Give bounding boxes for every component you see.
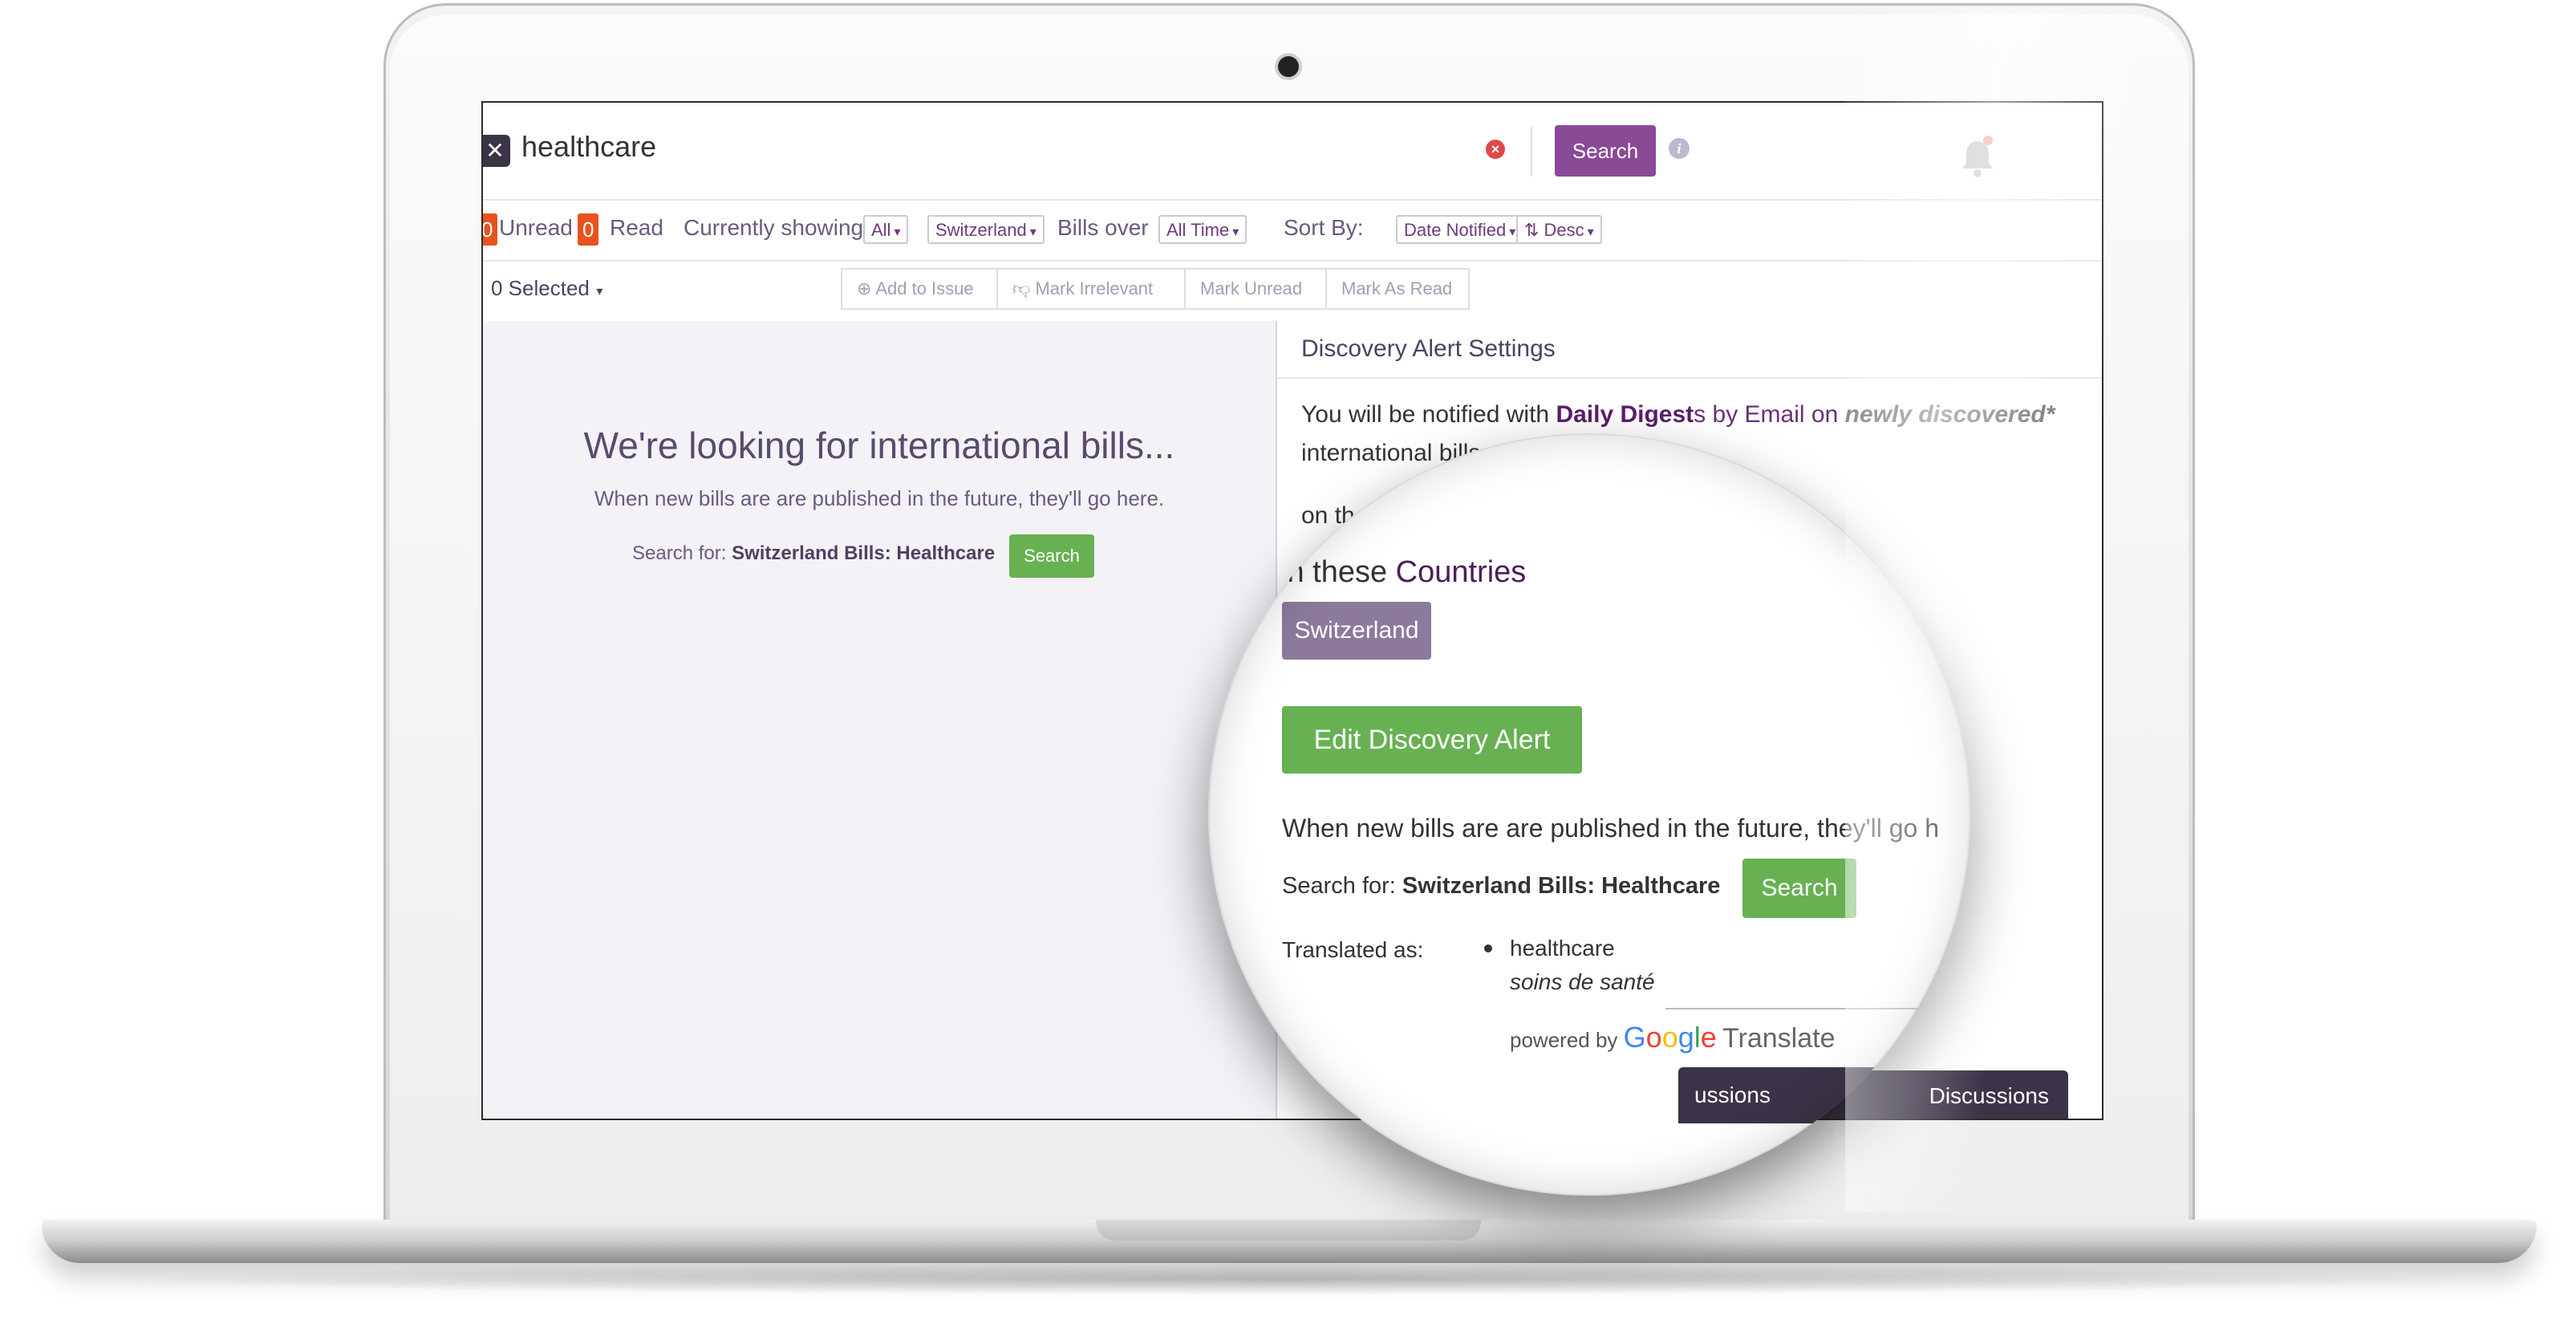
divider <box>1665 1008 1970 1009</box>
sort-order-icon: ⇅ <box>1524 220 1544 240</box>
country-dropdown[interactable]: Switzerland ▾ <box>927 215 1045 244</box>
clear-search-icon[interactable]: × <box>1486 140 1505 159</box>
newly-discovered: newly discovered* <box>1844 401 2055 428</box>
by-text: by <box>1712 401 1738 428</box>
empty-search-button[interactable]: Search <box>1009 534 1094 578</box>
order-dropdown[interactable]: ⇅ Desc ▾ <box>1516 215 1602 244</box>
camera-icon <box>1278 56 1299 77</box>
mark-unread-button[interactable]: Mark Unread <box>1184 268 1327 310</box>
laptop-shadow <box>96 1263 2479 1295</box>
translated-label: Translated as: <box>1282 937 1424 962</box>
alert-settings-title: Discovery Alert Settings <box>1301 335 1556 362</box>
countries-link[interactable]: Countries <box>1396 555 1527 589</box>
caret-down-icon: ▾ <box>894 225 901 239</box>
caret-down-icon: ▾ <box>1509 225 1516 239</box>
selected-count: 0 Selected <box>491 276 590 300</box>
laptop-notch <box>1096 1220 1481 1241</box>
digest-suffix: s <box>1694 401 1706 428</box>
caret-down-icon: ▾ <box>1232 225 1239 239</box>
term-translation: soins de santé <box>1510 969 1655 994</box>
on-text: on <box>1811 401 1839 428</box>
edit-discovery-alert-button[interactable]: Edit Discovery Alert <box>1282 706 1582 774</box>
digest-link[interactable]: Daily Digest <box>1556 401 1694 428</box>
sort-by-label: Sort By: <box>1284 215 1364 240</box>
time-dropdown[interactable]: All Time ▾ <box>1158 215 1247 244</box>
sort-dropdown[interactable]: Date Notified ▾ <box>1396 215 1524 244</box>
close-icon[interactable]: ✕ <box>483 135 510 167</box>
search-for-value: Switzerland Bills: Healthcare <box>732 542 996 564</box>
magnified-search-for: Search for: Switzerland Bills: Healthcar… <box>1282 873 1720 900</box>
sort-value: Date Notified <box>1404 220 1507 240</box>
selection-dropdown[interactable]: 0 Selected ▾ <box>491 276 602 301</box>
plus-circle-icon: ⊕ <box>857 278 876 299</box>
mark-as-read-button[interactable]: Mark As Read <box>1325 268 1470 310</box>
search-input[interactable]: healthcare <box>521 130 656 164</box>
bills-over-label: Bills over <box>1057 215 1149 240</box>
thumbs-down-icon: 👎︎ <box>1012 278 1036 299</box>
mark-irrelevant-button[interactable]: 👎︎ Mark Irrelevant <box>996 268 1186 310</box>
empty-search-for: Search for: Switzerland Bills: Healthcar… <box>632 542 995 565</box>
translate-word: Translate <box>1722 1023 1836 1054</box>
add-to-issue-label: Add to Issue <box>875 278 974 299</box>
countries-heading: in these Countries <box>1280 555 1526 590</box>
show-dropdown[interactable]: All ▾ <box>863 215 909 244</box>
order-value: Desc <box>1544 220 1584 240</box>
search-button[interactable]: Search <box>1555 125 1656 177</box>
empty-state-subtitle: When new bills are are published in the … <box>594 486 1165 510</box>
mg-search-for-value: Switzerland Bills: Healthcare <box>1402 873 1721 899</box>
magnified-discussions-button[interactable]: ussions <box>1678 1067 1970 1123</box>
bell-icon[interactable] <box>1957 135 1998 180</box>
search-for-label: Search for: <box>632 542 727 564</box>
read-label[interactable]: Read <box>610 215 663 241</box>
notification-sentence: You will be notified with Daily Digests … <box>1301 401 2055 428</box>
unread-label[interactable]: Unread <box>499 215 573 241</box>
country-chip[interactable]: Switzerland <box>1282 602 1431 660</box>
time-value: All Time <box>1166 220 1230 240</box>
in-these-text: in these <box>1280 555 1388 589</box>
caret-down-icon: ▾ <box>592 285 603 299</box>
magnifier-lens: in these Countries Switzerland Edit Disc… <box>1208 433 1970 1196</box>
published-text: When new bills are are published in the … <box>1282 814 1940 843</box>
caret-down-icon: ▾ <box>1587 225 1594 239</box>
magnified-search-button[interactable]: Search <box>1742 859 1856 918</box>
powered-by-label: powered by <box>1510 1028 1618 1052</box>
add-to-issue-button[interactable]: ⊕ Add to Issue <box>841 268 998 310</box>
show-value: All <box>871 220 891 240</box>
read-count-badge: 0 <box>578 213 599 246</box>
info-icon[interactable]: i <box>1669 138 1690 159</box>
digest-value: Daily Digest <box>1556 401 1694 428</box>
divider <box>1531 127 1532 177</box>
country-value: Switzerland <box>935 220 1027 240</box>
magnified-content: in these Countries Switzerland Edit Disc… <box>1208 433 1970 1196</box>
empty-state-title: We're looking for international bills... <box>583 424 1175 466</box>
search-bar: ✕ healthcare × Search i <box>483 103 2102 201</box>
caret-down-icon: ▾ <box>1029 225 1036 239</box>
unread-count-badge: 0 <box>483 213 498 246</box>
bullet <box>1484 944 1492 952</box>
mark-irrelevant-label: Mark Irrelevant <box>1035 278 1154 299</box>
email-link[interactable]: Email <box>1745 401 1805 428</box>
notified-prefix: You will be notified with <box>1301 401 1550 428</box>
showing-label: Currently showing <box>684 215 864 240</box>
term-original: healthcare <box>1510 936 1615 961</box>
powered-by: powered by Google Translate <box>1510 1021 1836 1054</box>
mg-search-for-label: Search for: <box>1282 873 1396 899</box>
google-logo: Google <box>1623 1021 1717 1054</box>
